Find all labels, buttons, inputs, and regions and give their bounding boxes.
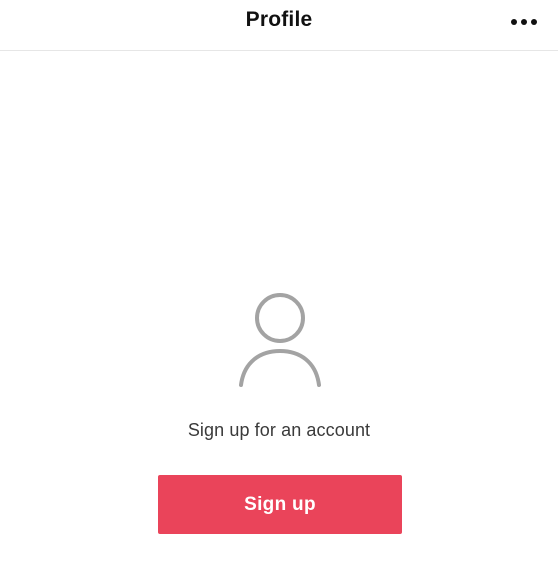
user-avatar-icon: [239, 293, 321, 387]
signup-prompt: Sign up for an account: [187, 420, 371, 440]
main-content: Sign up for an account Sign up: [0, 51, 558, 564]
more-horizontal-icon: [511, 19, 537, 25]
page-title: Profile: [245, 8, 313, 31]
top-bar: Profile: [0, 0, 558, 51]
profile-screen: Profile Sign up for an account Sign up: [0, 0, 558, 564]
sign-up-button[interactable]: Sign up: [158, 475, 402, 534]
more-options-button[interactable]: [508, 10, 540, 34]
